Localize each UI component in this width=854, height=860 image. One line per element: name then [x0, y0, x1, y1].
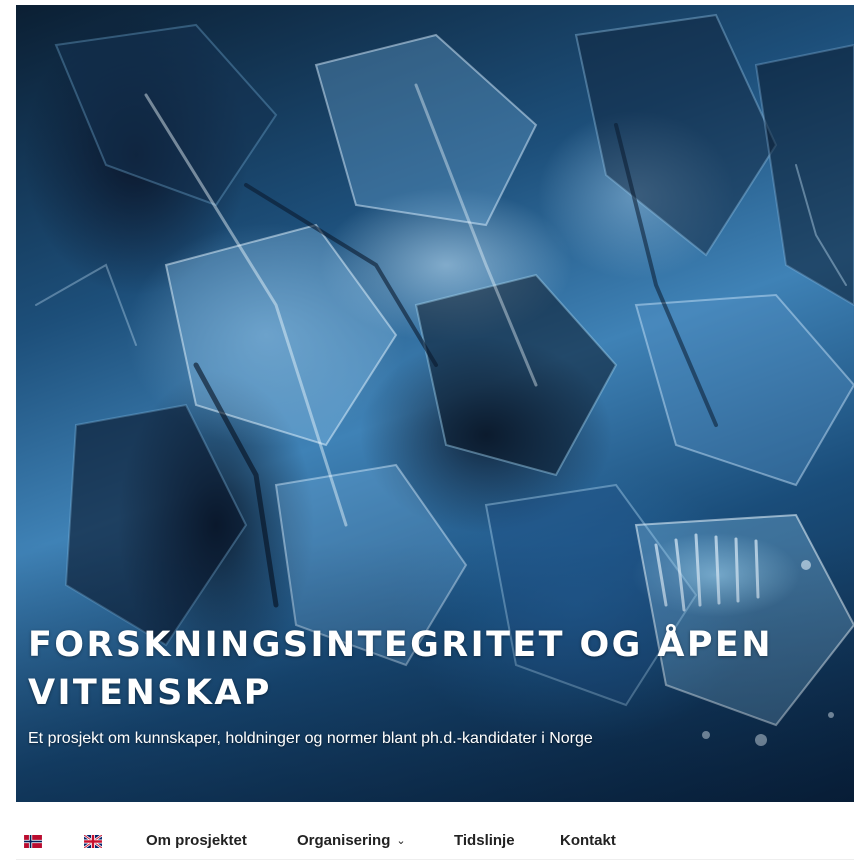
main-navigation: Om prosjektet Organisering ⌄ Tidslinje Ko…	[16, 802, 854, 860]
nav-item-organisering[interactable]: Organisering ⌄	[297, 831, 406, 851]
nav-item-om-prosjektet[interactable]: Om prosjektet	[146, 831, 247, 851]
nav-item-kontakt[interactable]: Kontakt	[560, 831, 616, 851]
page: FORSKNINGSINTEGRITET OG ÅPEN VITENSKAP E…	[0, 0, 854, 860]
site-tagline: Et prosjekt om kunnskaper, holdninger og…	[28, 730, 593, 747]
norwegian-flag-icon[interactable]	[24, 835, 42, 848]
nav-item-tidslinje[interactable]: Tidslinje	[454, 831, 515, 851]
hero-header-image: FORSKNINGSINTEGRITET OG ÅPEN VITENSKAP E…	[16, 5, 854, 802]
site-title[interactable]: FORSKNINGSINTEGRITET OG ÅPEN VITENSKAP	[28, 621, 854, 717]
british-flag-icon[interactable]	[84, 835, 102, 848]
chevron-down-icon: ⌄	[396, 835, 406, 847]
nav-item-organisering-label: Organisering	[297, 832, 391, 849]
